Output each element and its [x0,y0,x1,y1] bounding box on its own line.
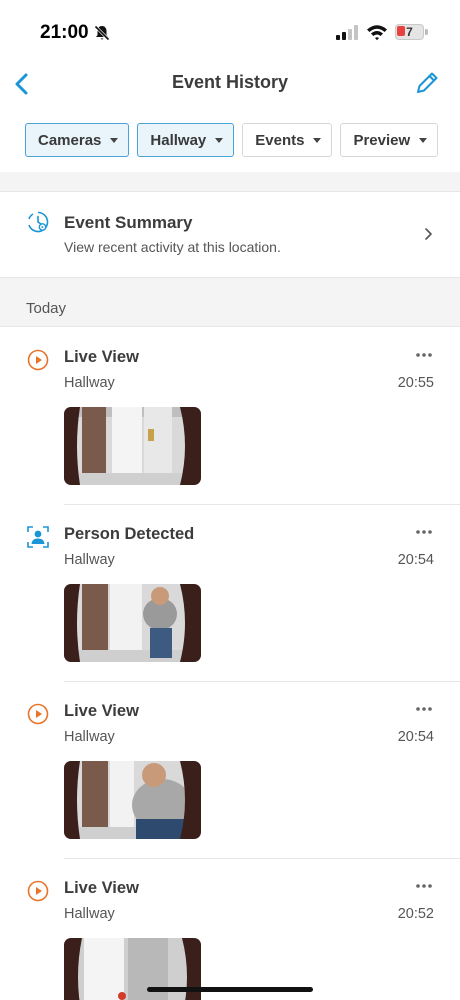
more-options-icon[interactable] [414,702,434,716]
battery-level: 7 [406,25,413,39]
event-thumbnail[interactable] [64,407,201,485]
section-header-today: Today [0,277,460,327]
event-summary-subtitle: View recent activity at this location. [64,239,281,255]
event-summary-title: Event Summary [64,213,193,232]
event-summary-icon [28,211,49,233]
person-detected-icon [27,526,49,548]
event-camera: Hallway [64,552,115,568]
event-thumbnail[interactable] [64,584,201,662]
caret-down-icon [215,137,224,143]
event-summary-row[interactable]: Event Summary View recent activity at th… [0,193,460,276]
more-options-icon[interactable] [414,348,434,362]
cellular-signal-icon [336,25,358,40]
event-camera: Hallway [64,375,115,391]
chevron-right-icon [425,228,432,240]
status-time: 21:00 [40,22,89,43]
event-row[interactable]: Person Detected Hallway 20:54 [0,505,460,682]
event-time: 20:55 [397,375,434,391]
event-title: Live View [64,348,139,366]
event-time: 20:54 [397,729,434,745]
caret-down-icon [110,137,119,143]
caret-down-icon [313,137,322,143]
status-bar: 21:00 7 [0,0,460,62]
event-title: Person Detected [64,525,195,543]
filter-bar: Cameras Hallway Events Preview [25,123,439,157]
filter-label: Hallway [150,131,207,149]
filter-label: Preview [353,131,411,149]
battery-indicator: 7 [395,24,429,40]
event-time: 20:52 [397,906,434,922]
home-indicator [147,987,313,992]
event-row[interactable]: Live View Hallway 20:54 [0,682,460,859]
event-thumbnail[interactable] [64,761,201,839]
live-view-play-icon [27,880,49,902]
bell-off-icon [94,25,110,41]
edit-pencil-icon[interactable] [412,68,440,98]
event-row[interactable]: Live View Hallway 20:52 [0,859,460,1000]
filter-hallway[interactable]: Hallway [137,123,235,157]
filter-events[interactable]: Events [242,123,333,157]
filter-preview[interactable]: Preview [340,123,439,157]
section-label: Today [26,300,67,317]
event-title: Live View [64,702,139,720]
event-title: Live View [64,879,139,897]
nav-bar: Event History [0,62,460,106]
wifi-icon [367,25,387,41]
caret-down-icon [419,137,428,143]
live-view-play-icon [27,703,49,725]
event-time: 20:54 [397,552,434,568]
more-options-icon[interactable] [414,879,434,893]
filter-label: Cameras [38,131,102,149]
event-camera: Hallway [64,906,115,922]
event-row[interactable]: Live View Hallway 20:55 [0,328,460,505]
filter-label: Events [255,131,305,149]
event-camera: Hallway [64,729,115,745]
live-view-play-icon [27,349,49,371]
divider-band [0,172,460,192]
page-title: Event History [171,72,289,92]
filter-cameras[interactable]: Cameras [25,123,130,157]
more-options-icon[interactable] [414,525,434,539]
